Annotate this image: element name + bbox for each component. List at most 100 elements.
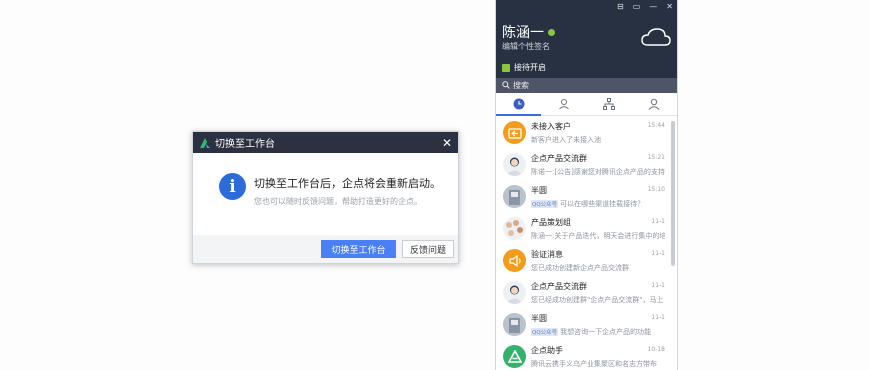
dialog-footer: 切换至工作台 反馈问题 [193,235,458,263]
group-avatar [503,281,526,304]
reception-toggle[interactable]: 接待开启 [502,62,546,73]
conversation-content: 企点产品交流群 11-1 您已经成功创建群"企点产品交流群"，马上 [531,281,677,305]
conversation-name: 未接入客户 [531,122,571,131]
preview-text: 可以在哪些渠道挂载接待？ [560,200,645,208]
reception-icon [502,63,510,72]
user-icon [649,98,660,110]
preview-text: 腾讯云携手义乌产业集聚区和名志方带布 [531,360,657,368]
info-icon: i [219,173,246,200]
conversation-content: 未接入客户 15:44 新客户进入了未接入池 [531,121,677,145]
conversation-time: 11-1 [651,314,665,321]
user-info: 陈涵一 [502,22,555,42]
panel-header: ⊟ ▭ — ✕ 陈涵一 编辑个性签名 接待开启 [496,0,677,78]
conversation-preview: 陈涵一:关于产品迭代，明天会进行集中的培 [531,231,665,241]
conversation-content: 半圆 15:10 QQ公众号 可以在哪些渠道挂载接待？ [531,185,677,209]
conversation-name: 半圆 [531,314,547,323]
person-avatar [503,185,526,208]
preview-text: 您已经成功创建群"企点产品交流群"，马上 [531,296,664,304]
cloud-icon[interactable] [641,27,671,47]
conversation-content: 企点产品交流群 15:21 陈诺一:[公告]感谢您对腾讯企点产品的支持 [531,153,677,177]
conversation-preview: 新客户进入了未接入池 [531,135,665,145]
conversation-item[interactable]: 半圆 11-1 QQ公众号 我想咨询一下企点产品的功能 [496,308,677,340]
conversation-item[interactable]: 企点助手 10-18 腾讯云携手义乌产业集聚区和名志方带布 [496,340,677,370]
conversation-header: 未接入客户 15:44 [531,121,677,132]
conversation-header: 企点产品交流群 15:21 [531,153,677,164]
person-avatar [503,313,526,336]
conversation-content: 半圆 11-1 QQ公众号 我想咨询一下企点产品的功能 [531,313,677,337]
qidian-logo-icon [200,137,210,148]
dialog-header: 切换至工作台 ✕ [193,132,458,153]
preview-text: 我想咨询一下企点产品的功能 [560,328,652,336]
tab-bar [496,93,677,116]
conversation-name: 验证消息 [531,250,563,259]
conversation-time: 11-1 [651,282,665,289]
conversation-name: 企点助手 [531,346,563,355]
speaker-icon [503,249,526,272]
conversation-content: 产品策划组 11-1 陈涵一:关于产品迭代，明天会进行集中的培 [531,217,677,241]
search-icon [502,80,510,91]
team-avatar [503,217,526,240]
dialog-body: i 切换至工作台后，企点将会重新启动。 您也可以随时反馈问题，帮助打造更好的企点… [193,153,458,236]
conversation-time: 11-1 [651,218,665,225]
conversation-preview: 陈诺一:[公告]感谢您对腾讯企点产品的支持 [531,167,665,177]
conversation-time: 15:44 [647,122,665,129]
preview-text: 陈涵一:关于产品迭代，明天会进行集中的培 [531,232,665,240]
window-buttons: ⊟ ▭ — ✕ [617,2,673,11]
conversation-time: 10-18 [647,346,665,353]
online-status-icon[interactable] [548,28,555,36]
conversation-header: 企点产品交流群 11-1 [531,281,677,292]
conversation-header: 验证消息 11-1 [531,249,677,260]
conversation-item[interactable]: 半圆 15:10 QQ公众号 可以在哪些渠道挂载接待？ [496,180,677,212]
switch-to-workbench-button[interactable]: 切换至工作台 [321,240,396,258]
tab-contacts[interactable] [541,93,586,115]
customer-icon [503,121,526,144]
conversation-name: 企点产品交流群 [531,154,587,163]
group-avatar [503,153,526,176]
conversation-header: 半圆 15:10 [531,185,677,196]
scrollbar[interactable] [671,121,675,266]
close-icon[interactable]: ✕ [442,136,452,150]
conversation-item[interactable]: 验证消息 11-1 您已成功创建新企点产品交流群 [496,244,677,276]
preview-text: 您已成功创建新企点产品交流群 [531,264,629,272]
conversation-header: 产品策划组 11-1 [531,217,677,228]
conversation-time: 15:10 [647,186,665,193]
feedback-button[interactable]: 反馈问题 [402,240,454,258]
conversation-time: 11-1 [651,250,665,257]
signature[interactable]: 编辑个性签名 [502,41,550,52]
conversation-preview: 腾讯云携手义乌产业集聚区和名志方带布 [531,359,665,369]
channel-badge: QQ公众号 [531,328,559,336]
channel-badge: QQ公众号 [531,200,559,208]
preview-text: 新客户进入了未接入池 [531,136,601,144]
conversation-content: 企点助手 10-18 腾讯云携手义乌产业集聚区和名志方带布 [531,345,677,369]
conversation-preview: QQ公众号 可以在哪些渠道挂载接待？ [531,199,665,209]
conversation-content: 验证消息 11-1 您已成功创建新企点产品交流群 [531,249,677,273]
conversation-preview: 您已经成功创建群"企点产品交流群"，马上 [531,295,665,305]
tab-organization[interactable] [587,93,632,115]
dialog-message: 切换至工作台后，企点将会重新启动。 [254,177,441,190]
assistant-icon [503,345,526,368]
conversation-item[interactable]: 企点产品交流群 15:21 陈诺一:[公告]感谢您对腾讯企点产品的支持 [496,148,677,180]
layout-icon[interactable]: ⊟ [617,2,624,11]
conversation-name: 企点产品交流群 [531,282,587,291]
search-input[interactable]: 搜索 [496,78,677,93]
username[interactable]: 陈涵一 [502,22,544,42]
conversation-item[interactable]: 未接入客户 15:44 新客户进入了未接入池 [496,116,677,148]
reception-label: 接待开启 [514,63,546,72]
dialog-text: 切换至工作台后，企点将会重新启动。 您也可以随时反馈问题，帮助打造更好的企点。 [254,173,441,207]
conversation-header: 半圆 11-1 [531,313,677,324]
preview-text: 陈诺一:[公告]感谢您对腾讯企点产品的支持 [531,168,665,176]
conversation-item[interactable]: 企点产品交流群 11-1 您已经成功创建群"企点产品交流群"，马上 [496,276,677,308]
conversation-header: 企点助手 10-18 [531,345,677,356]
chat-window-icon[interactable]: ▭ [633,2,641,11]
close-icon[interactable]: ✕ [666,2,673,11]
minimize-icon[interactable]: — [649,2,657,11]
org-icon [603,98,616,110]
tab-recent[interactable] [496,93,541,115]
contact-panel: ⊟ ▭ — ✕ 陈涵一 编辑个性签名 接待开启 搜索 未接入客户 15:44 新… [495,0,678,370]
contacts-icon [559,99,569,110]
conversation-name: 产品策划组 [531,218,571,227]
conversation-item[interactable]: 产品策划组 11-1 陈涵一:关于产品迭代，明天会进行集中的培 [496,212,677,244]
clock-icon [513,98,525,110]
dialog-sub-message: 您也可以随时反馈问题，帮助打造更好的企点。 [254,197,422,206]
tab-profile[interactable] [632,93,677,115]
